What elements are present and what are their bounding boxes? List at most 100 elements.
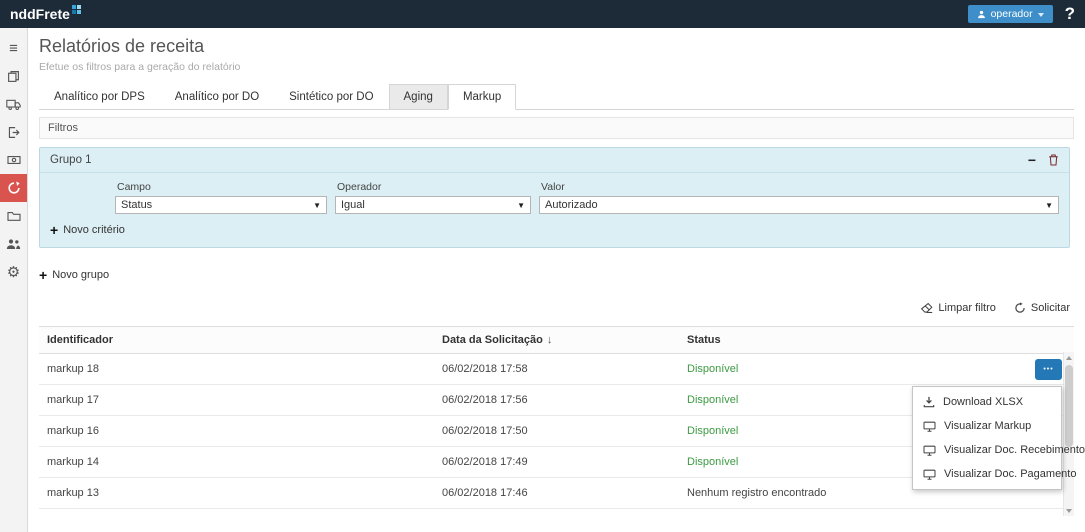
cell-status: Disponível	[679, 363, 1074, 375]
results-table: Identificador Data da Solicitação ↓ Stat…	[39, 326, 1074, 509]
cell-data: 06/02/2018 17:56	[434, 394, 679, 406]
refresh-icon	[1014, 302, 1026, 314]
clear-filter-button[interactable]: Limpar filtro	[920, 302, 995, 314]
sidebar-item-archive[interactable]	[0, 202, 27, 230]
add-criterion-link[interactable]: + Novo critério	[50, 223, 125, 237]
filter-group-header: Grupo 1 −	[40, 148, 1069, 173]
sidebar: ≡ ⚙	[0, 28, 28, 532]
download-icon	[923, 396, 935, 408]
clear-filter-label: Limpar filtro	[938, 302, 995, 314]
sidebar-item-export[interactable]	[0, 118, 27, 146]
scroll-down-button[interactable]	[1064, 505, 1074, 516]
page-subtitle: Efetue os filtros para a geração do rela…	[39, 61, 1074, 73]
brand-text: nddFrete	[10, 2, 70, 26]
monitor-icon	[923, 469, 936, 480]
valor-select-value: Autorizado	[545, 199, 598, 211]
cell-identificador: markup 17	[39, 394, 434, 406]
plus-icon: +	[50, 223, 58, 237]
main-area: ≡ ⚙	[0, 28, 1085, 532]
menu-item-label: Visualizar Doc. Recebimento	[944, 444, 1085, 456]
tab-sintetico-por-do[interactable]: Sintético por DO	[274, 84, 388, 110]
app-window: nddFrete operador ? ≡	[0, 0, 1085, 532]
sidebar-item-documents[interactable]	[0, 62, 27, 90]
request-report-button[interactable]: Solicitar	[1014, 302, 1070, 314]
cell-identificador: markup 13	[39, 487, 434, 499]
table-scrollbar[interactable]	[1063, 352, 1074, 516]
delete-group-button[interactable]	[1048, 154, 1059, 166]
truck-icon	[6, 98, 21, 111]
help-button[interactable]: ?	[1065, 4, 1077, 24]
menu-item-label: Download XLSX	[943, 396, 1023, 408]
money-icon	[7, 154, 21, 166]
copy-icon	[7, 70, 20, 83]
sidebar-item-payments[interactable]	[0, 146, 27, 174]
operador-select[interactable]: Igual ▼	[335, 196, 531, 214]
person-icon	[977, 10, 986, 19]
cell-identificador: markup 16	[39, 425, 434, 437]
sidebar-item-menu[interactable]: ≡	[0, 34, 27, 62]
trash-icon	[1048, 154, 1059, 166]
cell-identificador: markup 14	[39, 456, 434, 468]
sidebar-item-shipments[interactable]	[0, 90, 27, 118]
user-label: operador	[991, 8, 1033, 20]
monitor-icon	[923, 421, 936, 432]
export-icon	[7, 126, 20, 139]
menu-item-label: Visualizar Markup	[944, 420, 1031, 432]
row-actions-button[interactable]: •••	[1035, 359, 1062, 380]
cell-data: 06/02/2018 17:49	[434, 456, 679, 468]
select-arrow-icon: ▼	[1045, 201, 1053, 210]
field-campo-label: Campo	[117, 181, 327, 193]
eraser-icon	[920, 302, 933, 314]
field-operador-label: Operador	[337, 181, 531, 193]
filter-group-title: Grupo 1	[50, 154, 92, 166]
sidebar-item-revenue-reports[interactable]	[0, 174, 27, 202]
select-arrow-icon: ▼	[517, 201, 525, 210]
table-header: Identificador Data da Solicitação ↓ Stat…	[39, 326, 1074, 354]
brand-logo: nddFrete	[10, 2, 81, 26]
scroll-up-button[interactable]	[1064, 352, 1074, 363]
sort-desc-icon: ↓	[547, 334, 553, 346]
menu-item-visualizar-doc-recebimento[interactable]: Visualizar Doc. Recebimento	[913, 438, 1061, 462]
field-valor: Valor Autorizado ▼	[539, 181, 1059, 214]
add-criterion-label: Novo critério	[63, 224, 125, 236]
filters-panel-heading: Filtros	[39, 117, 1074, 139]
sidebar-item-settings[interactable]: ⚙	[0, 258, 27, 286]
menu-item-download-xlsx[interactable]: Download XLSX	[913, 390, 1061, 414]
user-menu-button[interactable]: operador	[968, 5, 1053, 23]
filter-group-1: Grupo 1 − Campo Status	[39, 147, 1070, 248]
cell-identificador: markup 18	[39, 363, 434, 375]
campo-select[interactable]: Status ▼	[115, 196, 327, 214]
filter-group-tools: −	[1028, 153, 1059, 167]
sidebar-item-users[interactable]	[0, 230, 27, 258]
report-tabs: Analítico por DPS Analítico por DO Sinté…	[39, 84, 1074, 110]
collapse-group-button[interactable]: −	[1028, 153, 1036, 167]
page-head: Relatórios de receita Efetue os filtros …	[39, 28, 1074, 73]
topbar-right: operador ?	[968, 4, 1077, 24]
column-header-status[interactable]: Status	[679, 327, 1074, 353]
tab-analitico-por-do[interactable]: Analítico por DO	[160, 84, 274, 110]
valor-select[interactable]: Autorizado ▼	[539, 196, 1059, 214]
scrollbar-thumb[interactable]	[1065, 365, 1073, 447]
table-row: markup 18 06/02/2018 17:58 Disponível ••…	[39, 354, 1074, 385]
menu-item-visualizar-markup[interactable]: Visualizar Markup	[913, 414, 1061, 438]
filter-criterion-row: Campo Status ▼ Operador Igual ▼	[115, 181, 1059, 214]
select-arrow-icon: ▼	[313, 201, 321, 210]
cell-data: 06/02/2018 17:46	[434, 487, 679, 499]
operador-select-value: Igual	[341, 199, 365, 211]
column-header-data-solicitacao[interactable]: Data da Solicitação ↓	[434, 327, 679, 353]
field-valor-label: Valor	[541, 181, 1059, 193]
topbar: nddFrete operador ?	[0, 0, 1085, 28]
column-header-identificador[interactable]: Identificador	[39, 327, 434, 353]
request-report-label: Solicitar	[1031, 302, 1070, 314]
tab-aging[interactable]: Aging	[389, 84, 448, 110]
column-header-label: Data da Solicitação	[442, 334, 543, 346]
monitor-icon	[923, 445, 936, 456]
gears-icon: ⚙	[7, 265, 20, 280]
page-title: Relatórios de receita	[39, 36, 1074, 57]
add-group-link[interactable]: + Novo grupo	[39, 268, 109, 282]
menu-item-visualizar-doc-pagamento[interactable]: Visualizar Doc. Pagamento	[913, 462, 1061, 486]
tab-analitico-por-dps[interactable]: Analítico por DPS	[39, 84, 160, 110]
sync-icon	[7, 181, 21, 195]
row-actions-menu: Download XLSX Visualizar Markup Visualiz…	[912, 386, 1062, 490]
tab-markup[interactable]: Markup	[448, 84, 516, 110]
